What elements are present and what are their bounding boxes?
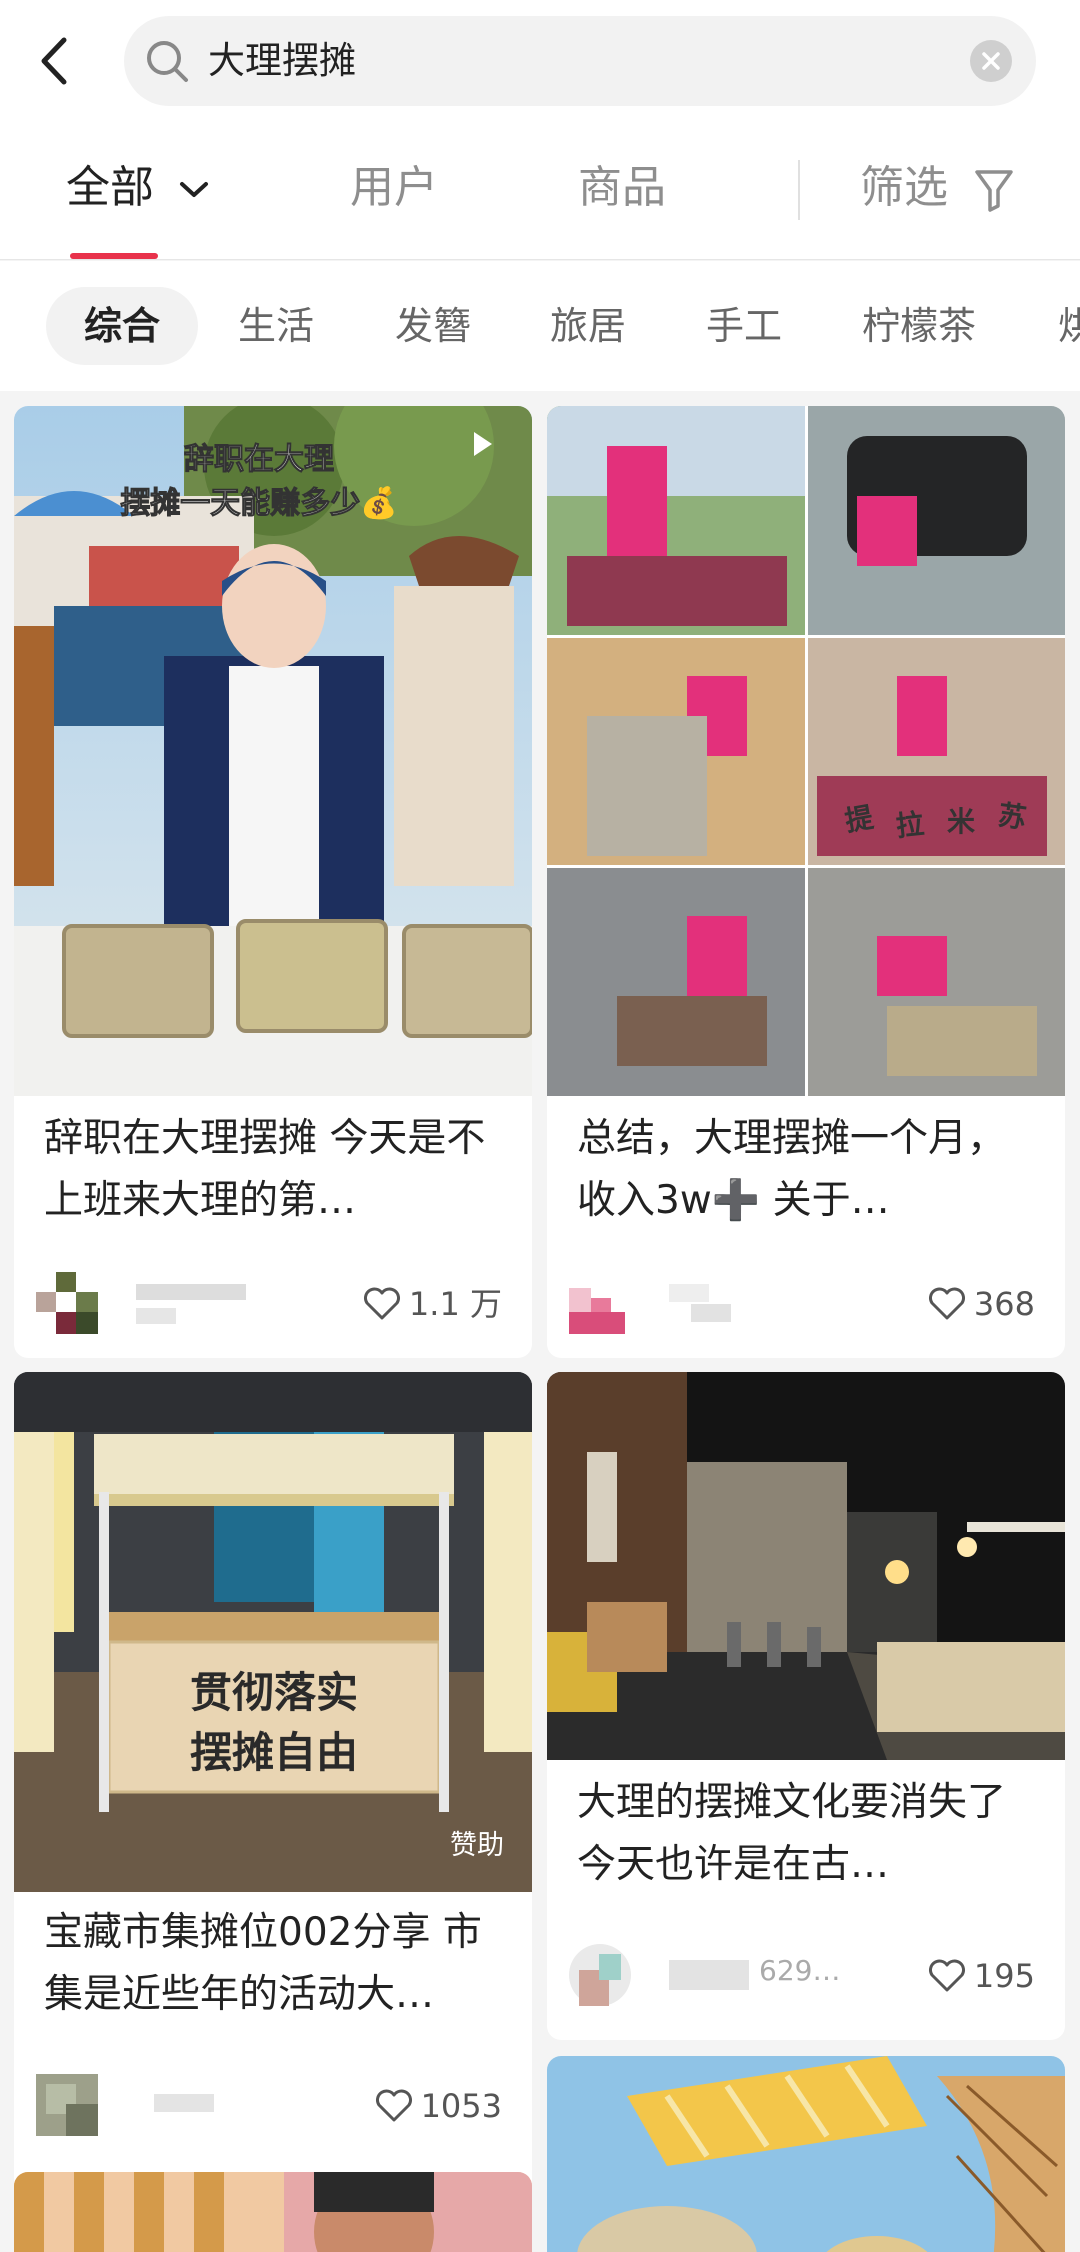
like-button[interactable]: 1.1 万: [363, 1282, 502, 1326]
note-card[interactable]: 贯彻落实 摆摊自由 赞助 宝藏市集摊位002分享 市集是近些年的活动大… 105…: [14, 1372, 532, 2252]
note-cover-image: 辞职在大理 摆摊一天能赚多少💰: [14, 406, 532, 1096]
note-card[interactable]: 提 拉 米 苏 总结，大理摆摊一个月，收入3w➕ 关于… 368: [547, 406, 1065, 1358]
back-arrow-icon: [41, 37, 67, 85]
chip-handmade[interactable]: 手工: [668, 287, 820, 365]
chip-comprehensive[interactable]: 综合: [46, 287, 199, 365]
cover-caption-line2: 摆摊一天能赚多少💰: [120, 485, 397, 521]
heart-icon: [928, 1959, 965, 1992]
avatar: [569, 1272, 631, 1334]
search-results-feed: 辞职在大理 摆摊一天能赚多少💰 辞职在大理摆摊 今天是不上班来大理的第… 1.1…: [0, 392, 1080, 2252]
heart-icon: [363, 1287, 400, 1320]
chip-more[interactable]: 烘: [1020, 287, 1080, 365]
tab-all[interactable]: 全部: [66, 158, 210, 218]
like-count: 1.1 万: [408, 1285, 502, 1323]
note-meta: 368: [569, 1268, 1043, 1338]
note-title: 总结，大理摆摊一个月，收入3w➕ 关于…: [577, 1116, 1007, 1223]
active-tab-indicator: [70, 253, 158, 259]
avatar: [36, 1272, 98, 1334]
note-meta: 1.1 万: [36, 1268, 510, 1338]
note-card[interactable]: [547, 2056, 1065, 2252]
cover-caption-line1: 辞职在大理: [184, 442, 334, 477]
author-name-blurred: [136, 1284, 306, 1324]
banner-char: 拉: [894, 807, 925, 843]
heart-icon: [928, 1287, 965, 1320]
chip-life[interactable]: 生活: [200, 287, 352, 365]
note-title: 辞职在大理摆摊 今天是不上班来大理的第…: [44, 1116, 486, 1223]
tab-goods[interactable]: 商品: [578, 158, 666, 218]
note-meta: 629… 195: [569, 1940, 1043, 2010]
tab-user[interactable]: 用户: [350, 158, 438, 218]
banner-char: 苏: [996, 798, 1028, 835]
author-name-partial: 629…: [759, 1954, 841, 1987]
stall-sign-line2: 摆摊自由: [190, 1728, 358, 1777]
back-button[interactable]: [30, 32, 80, 90]
tab-all-label: 全部: [66, 162, 154, 213]
heart-icon: [375, 2089, 412, 2122]
note-cover-image: [547, 2056, 1065, 2252]
like-count: 195: [973, 1957, 1035, 1995]
note-cover-image: [14, 2172, 532, 2252]
tab-filter[interactable]: 筛选: [860, 158, 1014, 218]
note-card[interactable]: [14, 2172, 532, 2252]
top-bar: 大理摆摊: [0, 0, 1080, 130]
like-count: 1053: [420, 2087, 502, 2125]
result-tabs: 全部 用户 商品 筛选: [0, 130, 1080, 260]
stall-sign-line1: 贯彻落实: [190, 1668, 358, 1717]
note-cover-image: 贯彻落实 摆摊自由 赞助: [14, 1372, 532, 1892]
tab-divider: [798, 160, 800, 220]
search-bar[interactable]: 大理摆摊: [124, 16, 1036, 106]
avatar: [569, 1944, 631, 2006]
note-cover-image: [547, 1372, 1065, 1760]
note-title: 宝藏市集摊位002分享 市集是近些年的活动大…: [44, 1910, 482, 2017]
like-count: 368: [973, 1285, 1035, 1323]
author-name-blurred: [136, 2086, 306, 2126]
avatar: [36, 2074, 98, 2136]
chevron-down-icon: [180, 182, 208, 197]
search-input[interactable]: 大理摆摊: [208, 36, 356, 86]
clear-search-button[interactable]: [970, 40, 1012, 82]
note-title: 大理的摆摊文化要消失了 今天也许是在古…: [577, 1780, 1007, 1887]
category-chips: 综合 生活 发簪 旅居 手工 柠檬茶 烘: [0, 261, 1080, 391]
banner-char: 米: [947, 805, 975, 838]
note-card[interactable]: 辞职在大理 摆摊一天能赚多少💰 辞职在大理摆摊 今天是不上班来大理的第… 1.1…: [14, 406, 532, 1358]
chip-lemon-tea[interactable]: 柠檬茶: [824, 287, 1014, 365]
tab-filter-label: 筛选: [860, 162, 948, 213]
author-name-blurred: [669, 1284, 839, 1324]
chip-hairpin[interactable]: 发簪: [357, 287, 509, 365]
like-button[interactable]: 1053: [375, 2084, 502, 2128]
filter-icon: [975, 170, 1013, 212]
chip-travel-living[interactable]: 旅居: [512, 287, 664, 365]
note-card[interactable]: 大理的摆摊文化要消失了 今天也许是在古… 629… 195: [547, 1372, 1065, 2040]
like-button[interactable]: 368: [928, 1282, 1035, 1326]
close-icon: [982, 52, 1000, 70]
note-cover-image: 提 拉 米 苏: [547, 406, 1065, 1096]
like-button[interactable]: 195: [928, 1954, 1035, 1998]
sponsored-label: 赞助: [450, 1830, 504, 1861]
search-icon: [147, 41, 188, 82]
note-meta: 1053: [36, 2070, 510, 2140]
